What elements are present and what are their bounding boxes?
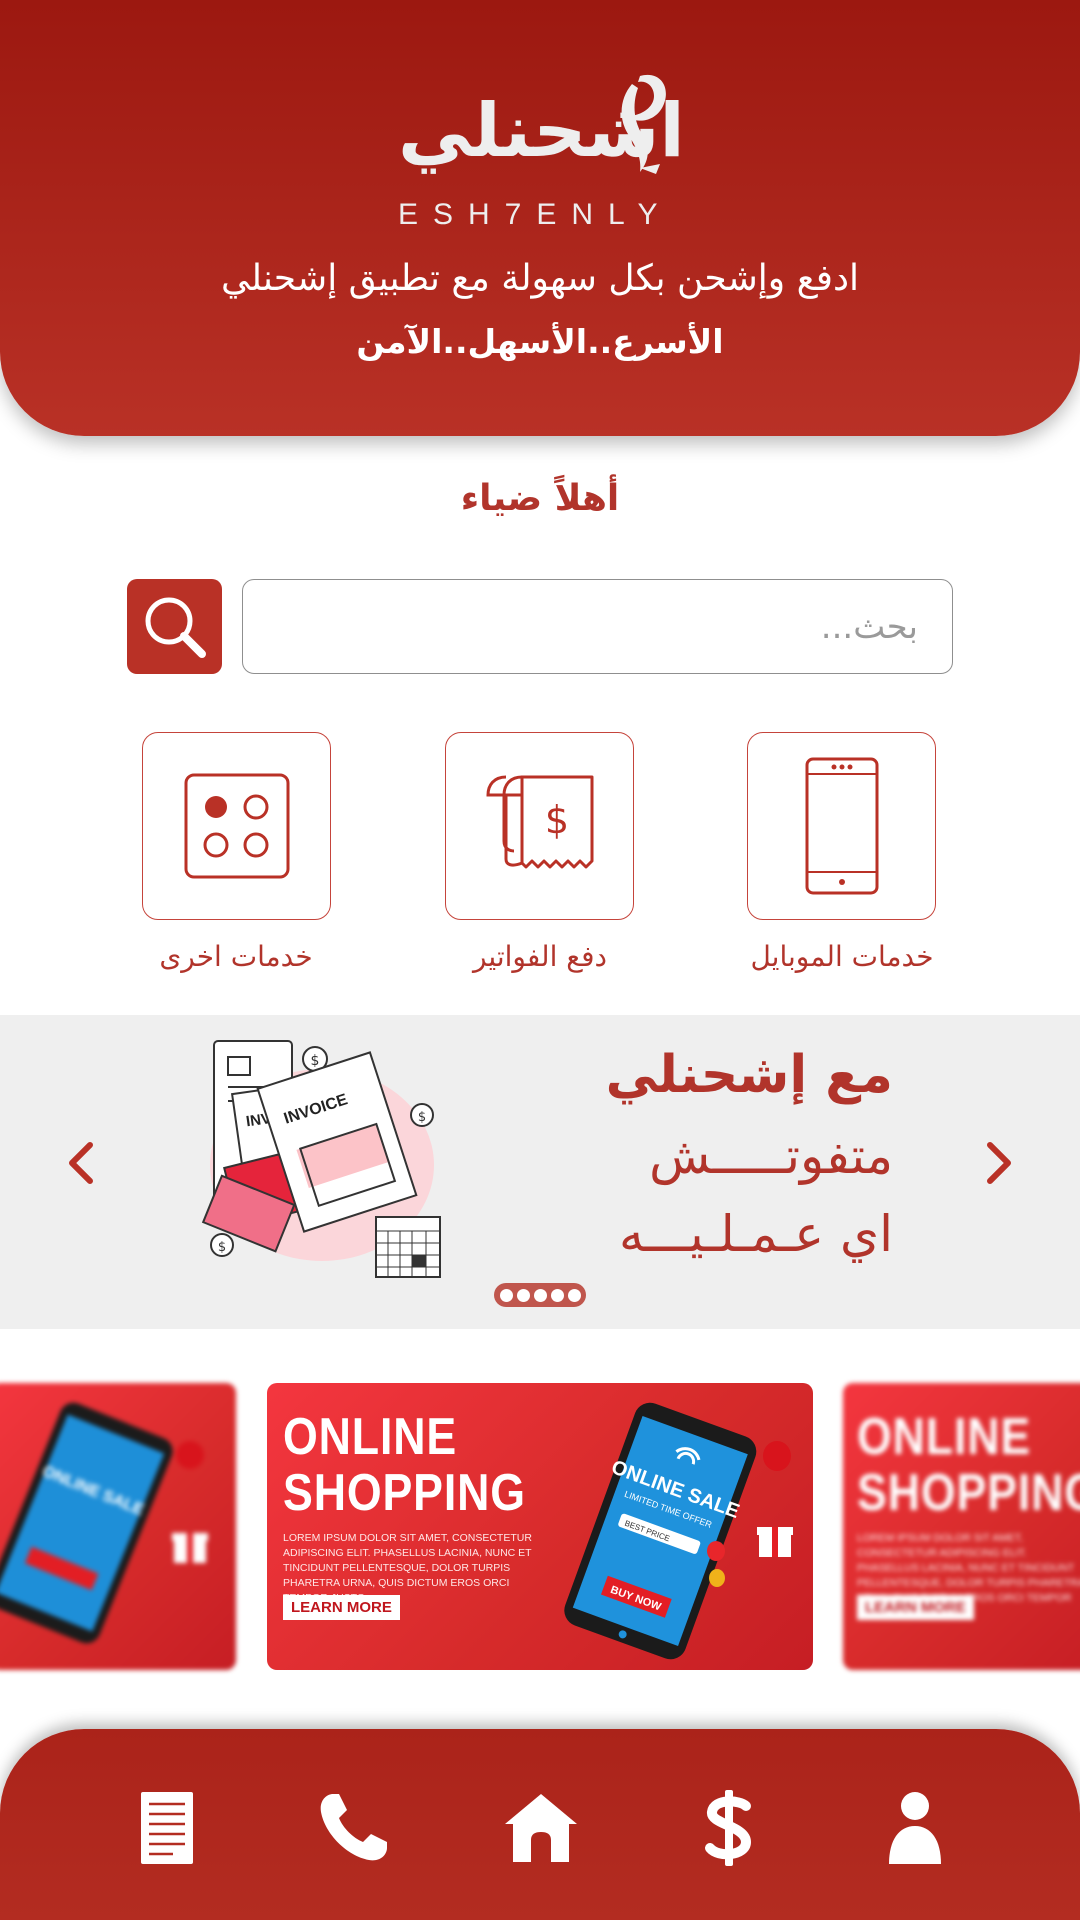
logo-text-english: ESH7ENLY [398,198,673,231]
phone-illustration: ONLINE SALE LIMITED TIME OFFER BEST PRIC… [564,1402,757,1660]
svg-text:$: $ [544,798,568,842]
dollar-icon [705,1790,752,1866]
nav-profile[interactable] [870,1783,960,1873]
slide-text-line-1: متفوتـــــش [649,1127,893,1185]
pay-bills-button[interactable]: $ [445,732,634,920]
nav-payments[interactable] [684,1783,774,1873]
svg-text:$: $ [311,1053,320,1069]
promo-slider: $ INVOICE INVOICE $ $ مع إشحنلي متفوتـــ… [0,1015,1080,1329]
banner-prev[interactable]: ONLINE SALE [0,1383,236,1670]
slider-pagination[interactable] [494,1283,586,1307]
gift-icon [172,1533,208,1563]
more-services-icon [184,773,289,879]
chevron-right-icon[interactable] [980,1133,1020,1193]
chevron-left-icon[interactable] [60,1133,100,1193]
nav-home[interactable] [496,1783,586,1873]
balloon-icon [763,1441,791,1471]
user-greeting: أهلاً ضياء [460,478,620,519]
banner-next[interactable]: ONLINE SHOPPING LOREM IPSUM DOLOR SIT AM… [843,1383,1080,1670]
search-button[interactable] [127,579,222,674]
slider-dot[interactable] [499,1288,513,1302]
learn-more-button[interactable]: LEARN MORE [283,1595,400,1620]
svg-text:$: $ [418,1110,426,1125]
nav-invoices[interactable] [122,1783,212,1873]
slider-dot[interactable] [567,1288,581,1302]
slide-title: مع إشحنلي [605,1045,893,1105]
logo-mark-icon [621,74,666,174]
banner-title: ONLINE SHOPPING [857,1408,1080,1522]
phone-illustration: ONLINE SALE [0,1402,173,1644]
bottom-navigation [0,1729,1080,1920]
balloon-icon [176,1441,204,1469]
nav-call[interactable] [308,1783,398,1873]
phone-icon [320,1794,387,1861]
learn-more-button: LEARN MORE [857,1595,974,1620]
home-icon [505,1794,577,1862]
user-icon [889,1792,941,1864]
mobile-services-label: خدمات الموبايل [750,940,934,973]
app-logo: اشحنلي ESH7ENLY [390,62,690,232]
svg-text:$: $ [218,1240,226,1255]
app-header: اشحنلي ESH7ENLY ادفع وإشحن بكل سهولة مع … [0,0,1080,436]
slider-dot[interactable] [516,1288,530,1302]
other-services-label: خدمات اخرى [159,940,313,973]
search-icon [145,597,206,658]
slider-dot[interactable] [533,1288,547,1302]
banner-online-shopping[interactable]: ONLINE SHOPPING LOREM IPSUM DOLOR SIT AM… [267,1383,813,1670]
pay-bills-label: دفع الفواتير [472,940,608,973]
invoice-illustration: $ INVOICE INVOICE $ $ [201,1040,441,1278]
header-slogan: الأسرع..الأسهل..الآمن [356,322,724,361]
mobile-icon [805,757,878,895]
balloon-icon [707,1541,725,1561]
header-tagline: ادفع وإشحن بكل سهولة مع تطبيق إشحنلي [221,258,859,299]
gift-icon [757,1527,793,1557]
slider-dot[interactable] [550,1288,564,1302]
mobile-services-button[interactable] [747,732,936,920]
bill-icon: $ [485,775,593,869]
slide-text-line-2: اي عـمـلـيـــه [619,1205,893,1263]
banner-title: ONLINE SHOPPING [283,1408,526,1522]
search-input[interactable] [242,579,953,674]
document-icon [141,1792,193,1864]
balloon-icon [709,1569,725,1587]
other-services-button[interactable] [142,732,331,920]
